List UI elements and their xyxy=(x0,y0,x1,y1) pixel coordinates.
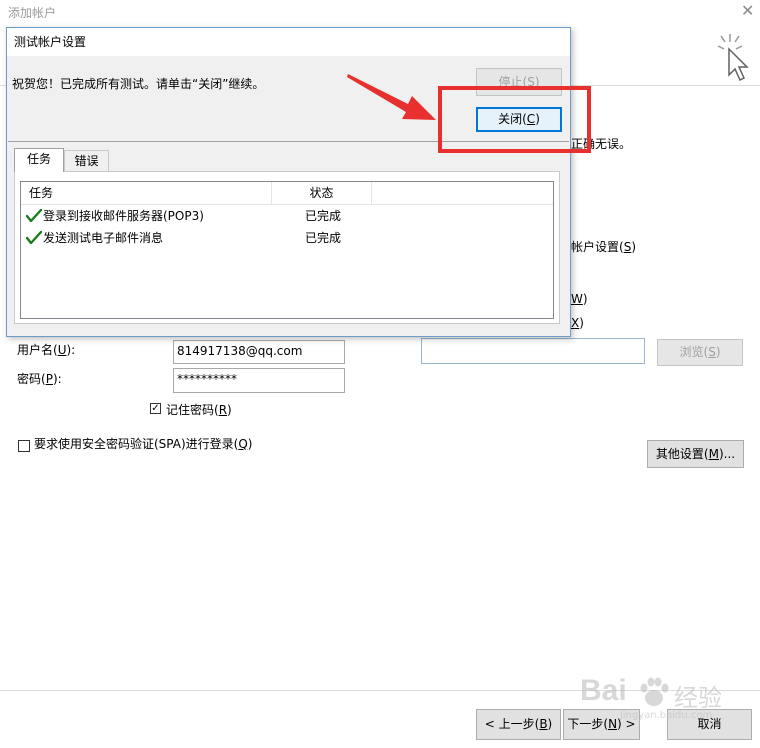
tab-tasks[interactable]: 任务 xyxy=(14,148,64,172)
partial-x-key: X xyxy=(571,316,580,330)
watermark-subtext: jingyan.baidu.com xyxy=(620,710,713,721)
annotation-highlight-box xyxy=(438,86,591,153)
task-name: 登录到接收邮件服务器(POP3) xyxy=(43,209,204,223)
remember-password-label: 记住密码(R) xyxy=(166,403,232,417)
watermark-text-2: 经验 xyxy=(674,684,722,712)
table-row[interactable]: 登录到接收邮件服务器(POP3) 已完成 xyxy=(21,205,553,227)
spa-label: 要求使用安全密码验证(SPA)进行登录(Q) xyxy=(34,437,253,451)
more-settings-button[interactable]: 其他设置(M)... xyxy=(647,440,744,468)
path-input[interactable] xyxy=(421,338,645,364)
spa-checkbox[interactable] xyxy=(18,440,30,452)
tab-errors[interactable]: 错误 xyxy=(64,150,109,172)
username-input[interactable]: 814917138@qq.com xyxy=(173,340,345,364)
test-settings-dialog: 测试帐户设置 祝贺您！已完成所有测试。请单击“关闭”继续。 停止(S) 关闭(C… xyxy=(6,27,571,337)
remember-password-checkbox[interactable]: ✓ xyxy=(150,403,161,414)
column-header-task[interactable]: 任务 xyxy=(21,182,272,204)
account-settings-label-end: ) xyxy=(631,240,636,254)
partial-w-key: W xyxy=(571,292,583,306)
partial-option-w[interactable]: W) xyxy=(571,292,588,306)
account-settings-option[interactable]: 帐户设置(S) xyxy=(571,238,636,255)
password-label: 密码(P): xyxy=(17,372,62,386)
window-title: 添加帐户 xyxy=(8,6,57,20)
table-row[interactable]: 发送测试电子邮件消息 已完成 xyxy=(21,227,553,249)
watermark-text: Bai xyxy=(580,674,627,707)
partial-option-x[interactable]: X) xyxy=(571,316,584,330)
partial-w-end: ) xyxy=(582,292,588,306)
task-list-header: 任务 状态 xyxy=(21,182,553,205)
password-input[interactable]: ********** xyxy=(173,368,345,393)
task-status: 已完成 xyxy=(305,209,342,223)
task-list: 任务 状态 登录到接收邮件服务器(POP3) 已完成 发送测试电子邮件消息 已完… xyxy=(20,181,554,319)
wizard-click-icon xyxy=(717,34,749,82)
task-status: 已完成 xyxy=(305,231,342,245)
paw-icon xyxy=(640,677,669,706)
browse-button[interactable]: 浏览(S) xyxy=(657,339,743,366)
checkmark-icon xyxy=(26,208,42,223)
window-close-icon[interactable]: ✕ xyxy=(741,1,754,20)
baidu-watermark: Bai 经验 jingyan.baidu.com xyxy=(580,666,755,726)
username-label: 用户名(U): xyxy=(17,343,76,357)
partial-x-end: ) xyxy=(579,316,584,330)
back-button[interactable]: < 上一步(B) xyxy=(476,709,561,740)
checkmark-icon xyxy=(26,230,42,245)
task-name: 发送测试电子邮件消息 xyxy=(43,231,164,245)
annotation-arrow-icon xyxy=(347,74,436,120)
account-settings-label: 帐户设置( xyxy=(571,240,624,254)
completion-message: 祝贺您！已完成所有测试。请单击“关闭”继续。 xyxy=(12,77,265,91)
column-header-status[interactable]: 状态 xyxy=(272,182,372,204)
dialog-title: 测试帐户设置 xyxy=(7,28,570,56)
